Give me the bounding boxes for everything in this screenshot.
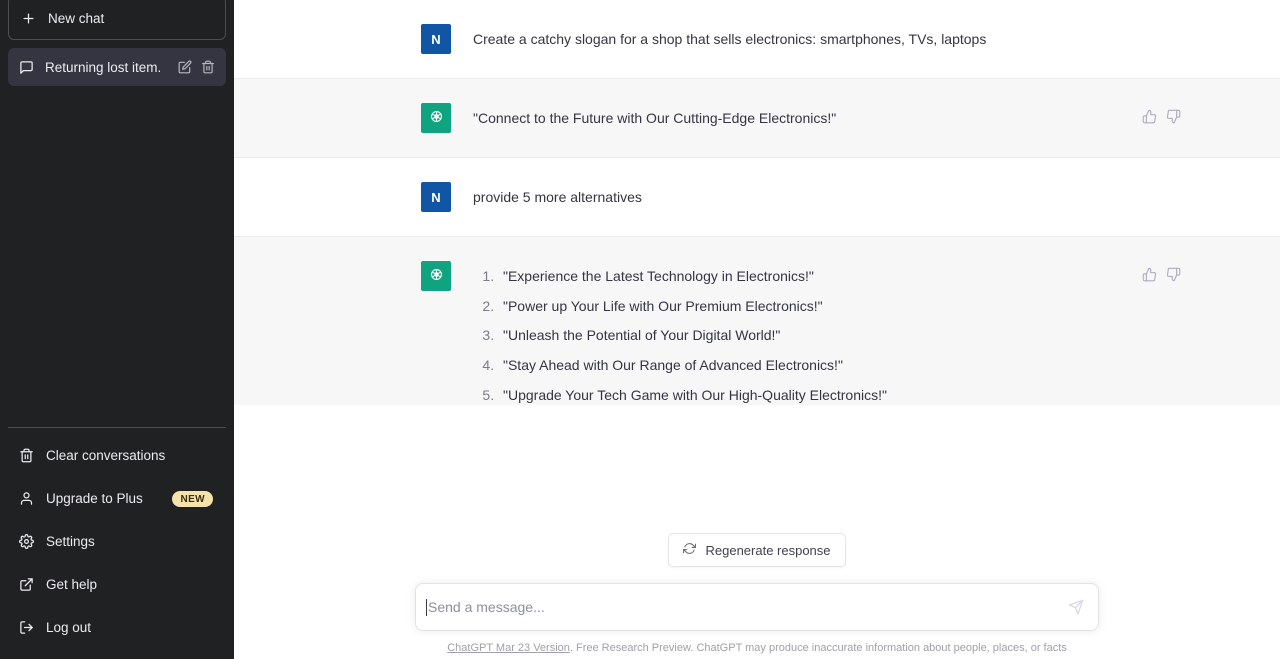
message-text: "Connect to the Future with Our Cutting-… bbox=[473, 103, 1093, 133]
message-input[interactable] bbox=[428, 599, 1062, 615]
openai-logo-icon bbox=[427, 107, 446, 129]
sidebar-item-get-help[interactable]: Get help bbox=[8, 563, 226, 606]
avatar bbox=[421, 261, 451, 291]
regenerate-response-button[interactable]: Regenerate response bbox=[668, 533, 846, 567]
pencil-icon[interactable] bbox=[178, 60, 192, 74]
conversation-actions bbox=[178, 60, 215, 74]
thumbs-up-icon[interactable] bbox=[1142, 109, 1157, 129]
avatar-initial: N bbox=[431, 189, 441, 205]
sidebar-top: New chat Returning lost item. bbox=[8, 0, 226, 86]
footer-disclaimer: ChatGPT Mar 23 Version. Free Research Pr… bbox=[447, 642, 1067, 654]
conversation-list: Returning lost item. bbox=[8, 48, 226, 86]
avatar bbox=[421, 103, 451, 133]
list-item: "Power up Your Life with Our Premium Ele… bbox=[498, 295, 1093, 318]
sidebar-item-clear-conversations[interactable]: Clear conversations bbox=[8, 434, 226, 477]
external-link-icon bbox=[19, 577, 34, 592]
message-row-assistant: "Experience the Latest Technology in Ele… bbox=[234, 236, 1280, 405]
message-inner: N Create a catchy slogan for a shop that… bbox=[421, 24, 1093, 54]
new-chat-button[interactable]: New chat bbox=[8, 0, 226, 40]
chatgpt-app: New chat Returning lost item. Clear conv… bbox=[0, 0, 1280, 659]
gear-icon bbox=[19, 534, 34, 549]
feedback-buttons bbox=[1142, 109, 1181, 129]
message-paragraph: "Connect to the Future with Our Cutting-… bbox=[473, 110, 837, 126]
list-item: "Upgrade Your Tech Game with Our High-Qu… bbox=[498, 384, 1093, 405]
message-row-assistant: "Connect to the Future with Our Cutting-… bbox=[234, 78, 1280, 158]
message-inner: "Experience the Latest Technology in Ele… bbox=[421, 261, 1181, 405]
logout-icon bbox=[19, 620, 34, 635]
message-input-wrapper[interactable] bbox=[415, 583, 1099, 631]
regenerate-label: Regenerate response bbox=[705, 542, 831, 558]
new-badge: NEW bbox=[172, 490, 213, 507]
sidebar-menu: Clear conversations Upgrade to Plus NEW bbox=[8, 427, 226, 659]
chat-bubble-icon bbox=[19, 60, 34, 75]
conversation-item-returning-lost-item[interactable]: Returning lost item. bbox=[8, 48, 226, 86]
openai-logo-icon bbox=[427, 265, 446, 287]
sidebar: New chat Returning lost item. Clear conv… bbox=[0, 0, 234, 659]
main-content: N Create a catchy slogan for a shop that… bbox=[234, 0, 1280, 659]
avatar-initial: N bbox=[431, 31, 441, 47]
message-paragraph: provide 5 more alternatives bbox=[473, 189, 642, 205]
thumbs-down-icon[interactable] bbox=[1166, 267, 1181, 287]
message-row-user: N provide 5 more alternatives bbox=[234, 158, 1280, 236]
composer-area: Regenerate response ChatGPT Mar 23 Versi… bbox=[234, 533, 1280, 659]
trash-icon[interactable] bbox=[201, 60, 215, 74]
thumbs-down-icon[interactable] bbox=[1166, 109, 1181, 129]
new-chat-label: New chat bbox=[48, 10, 105, 26]
user-icon bbox=[19, 491, 34, 506]
sidebar-item-upgrade-to-plus[interactable]: Upgrade to Plus NEW bbox=[8, 477, 226, 520]
avatar: N bbox=[421, 24, 451, 54]
alternatives-list: "Experience the Latest Technology in Ele… bbox=[473, 265, 1093, 405]
sidebar-item-settings[interactable]: Settings bbox=[8, 520, 226, 563]
conversation-title: Returning lost item. bbox=[45, 59, 162, 75]
send-button[interactable] bbox=[1062, 599, 1084, 615]
trash-icon bbox=[19, 448, 34, 463]
sidebar-item-label: Settings bbox=[46, 534, 95, 549]
text-caret bbox=[426, 598, 427, 616]
plus-icon bbox=[21, 11, 36, 26]
sidebar-item-label: Clear conversations bbox=[46, 448, 166, 463]
message-row-user: N Create a catchy slogan for a shop that… bbox=[234, 0, 1280, 78]
sidebar-item-log-out[interactable]: Log out bbox=[8, 606, 226, 649]
refresh-icon bbox=[683, 542, 697, 558]
conversation-thread: N Create a catchy slogan for a shop that… bbox=[234, 0, 1280, 405]
message-text: "Experience the Latest Technology in Ele… bbox=[473, 261, 1093, 405]
thumbs-up-icon[interactable] bbox=[1142, 267, 1157, 287]
sidebar-item-label: Get help bbox=[46, 577, 98, 592]
version-link[interactable]: ChatGPT Mar 23 Version bbox=[447, 642, 570, 654]
sidebar-item-label: Upgrade to Plus bbox=[46, 491, 143, 506]
disclaimer-text: . Free Research Preview. ChatGPT may pro… bbox=[569, 642, 1067, 654]
list-item: "Experience the Latest Technology in Ele… bbox=[498, 265, 1093, 288]
avatar: N bbox=[421, 182, 451, 212]
feedback-buttons bbox=[1142, 267, 1181, 287]
sidebar-item-label: Log out bbox=[46, 620, 92, 635]
list-item: "Stay Ahead with Our Range of Advanced E… bbox=[498, 354, 1093, 377]
message-inner: "Connect to the Future with Our Cutting-… bbox=[421, 103, 1181, 133]
message-inner: N provide 5 more alternatives bbox=[421, 182, 1093, 212]
message-text: Create a catchy slogan for a shop that s… bbox=[473, 24, 1093, 54]
message-text: provide 5 more alternatives bbox=[473, 182, 1093, 212]
list-item: "Unleash the Potential of Your Digital W… bbox=[498, 324, 1093, 347]
message-paragraph: Create a catchy slogan for a shop that s… bbox=[473, 31, 987, 47]
